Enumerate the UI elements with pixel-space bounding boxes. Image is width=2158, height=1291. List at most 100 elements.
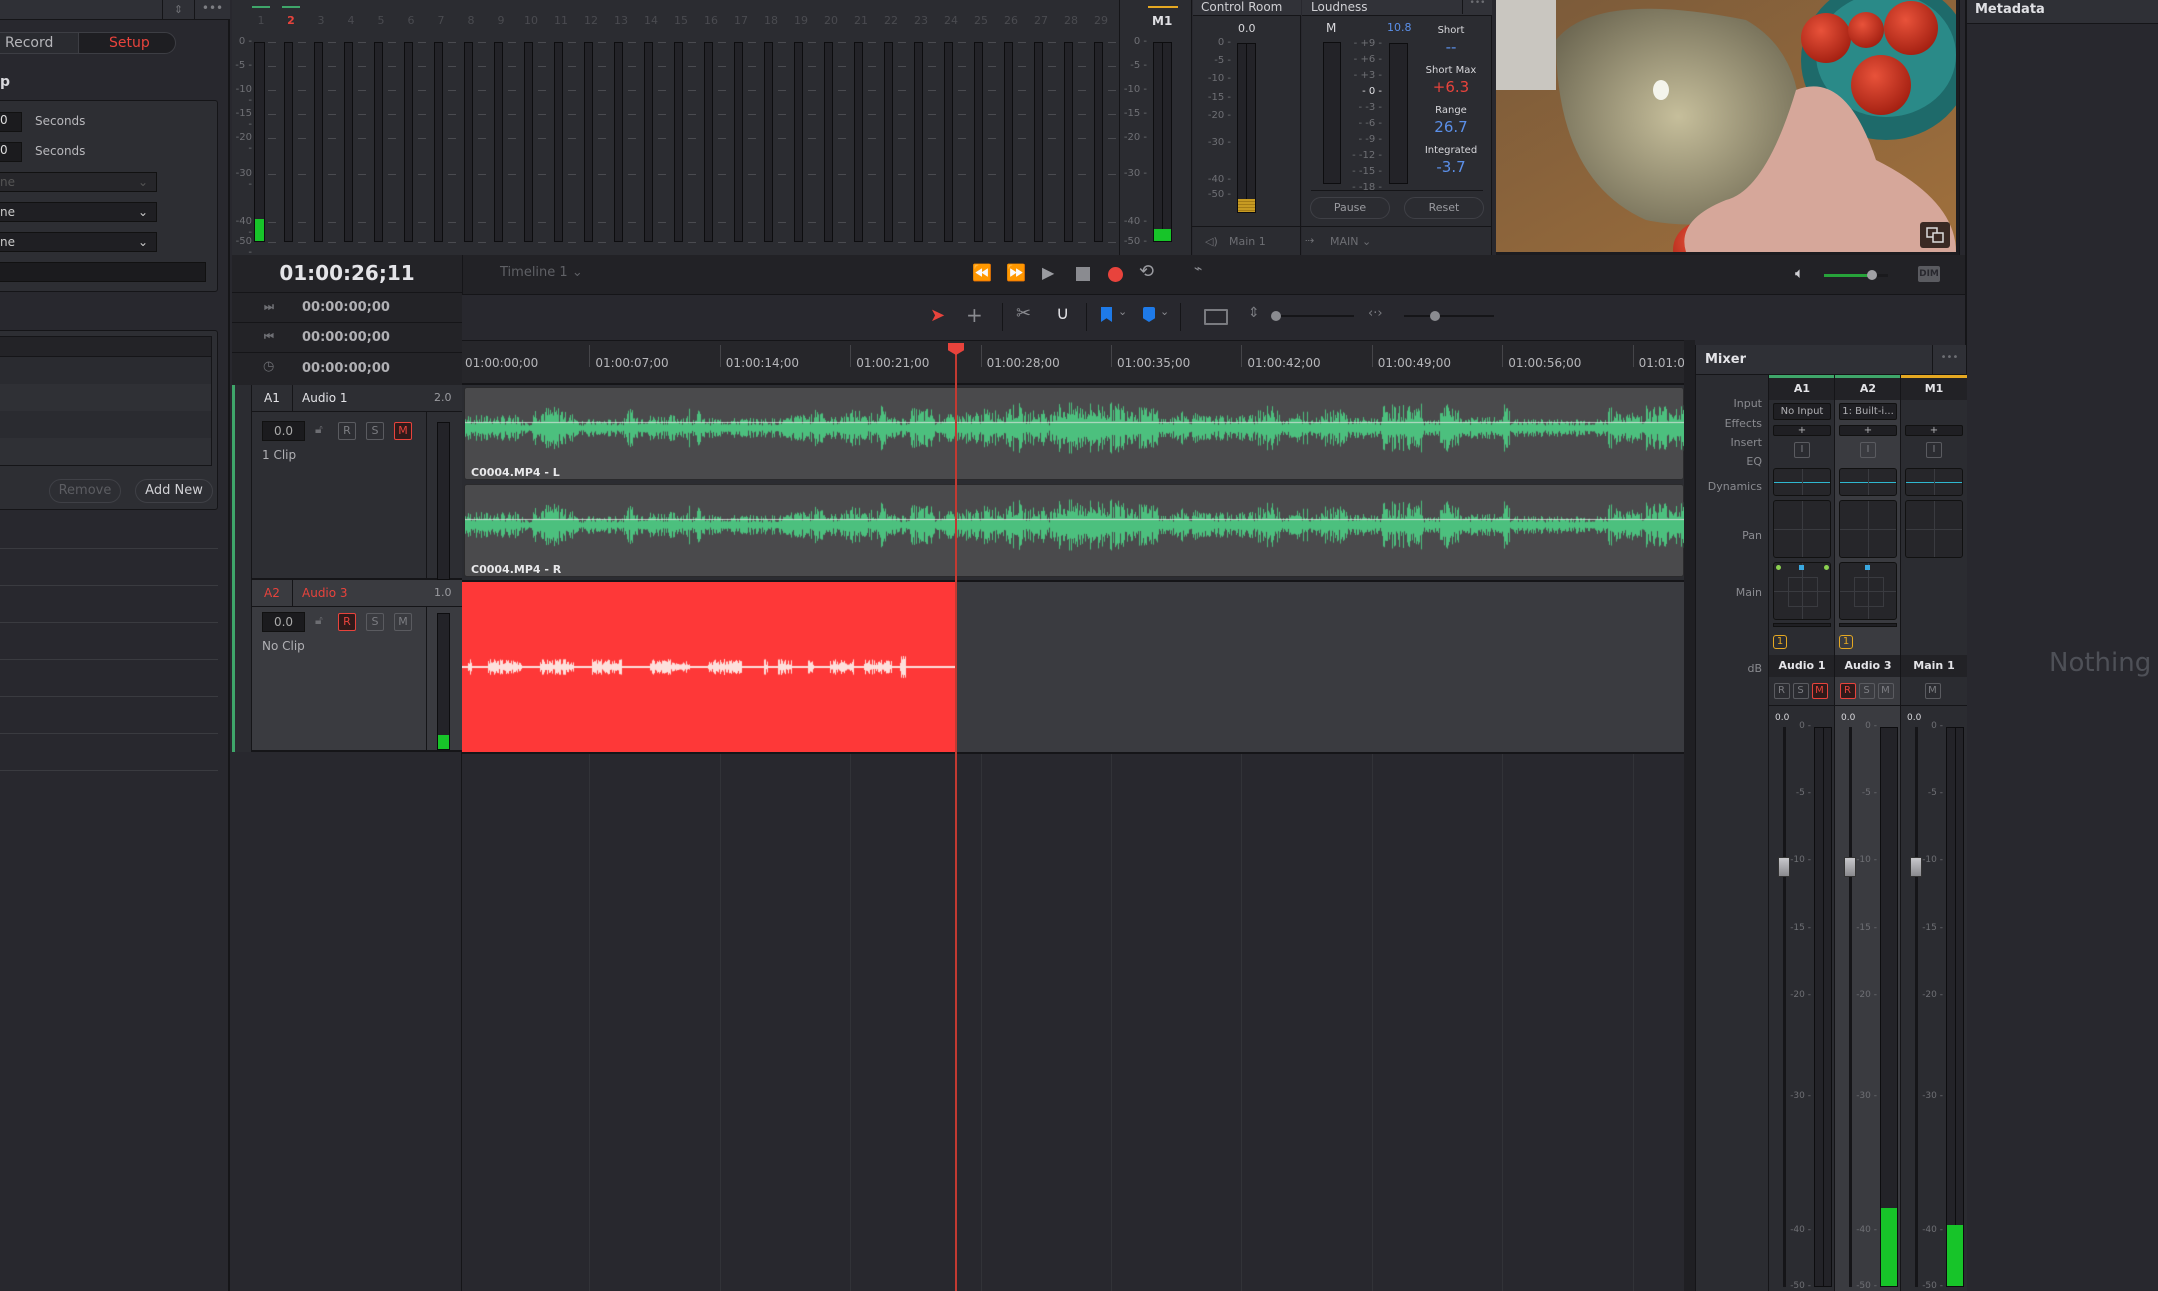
zoom-vertical-icon[interactable]: ⇕ [1248, 305, 1260, 321]
solo-button[interactable]: S [366, 422, 384, 440]
channel-button-M[interactable]: M [1811, 683, 1828, 699]
track-name[interactable]: Audio 3 [302, 586, 348, 600]
solo-button[interactable]: S [366, 613, 384, 631]
fader-handle[interactable] [1910, 857, 1922, 878]
channel-number[interactable]: 20 [821, 14, 841, 27]
eq-graph[interactable] [1773, 468, 1831, 496]
dropdown-2[interactable]: ne ⌄ [0, 202, 157, 222]
dynamics-graph[interactable] [1839, 500, 1897, 558]
channel-button-M[interactable]: M [1877, 683, 1894, 699]
channel-number[interactable]: 6 [401, 14, 421, 27]
duration-input-2[interactable]: 0 [0, 142, 22, 162]
razor-tool-icon[interactable]: ✂ [1016, 303, 1031, 324]
loop-button[interactable]: ⟲ [1139, 261, 1154, 282]
chevron-down-icon[interactable]: ⌄ [1118, 305, 1127, 318]
eq-graph[interactable] [1905, 468, 1963, 496]
channel-button-R[interactable]: R [1773, 683, 1790, 699]
channel-button-S[interactable]: S [1792, 683, 1809, 699]
track-header-a2[interactable]: A2 Audio 3 1.0 0.0 🔓︎ R S M No Clip [252, 580, 462, 752]
channel-number[interactable]: 25 [971, 14, 991, 27]
dropdown-1[interactable]: ne ⌄ [0, 172, 157, 192]
dynamics-graph[interactable] [1905, 500, 1963, 558]
volume-slider-handle[interactable] [1867, 270, 1877, 280]
channel-number[interactable]: 16 [701, 14, 721, 27]
zoom-horizontal-icon[interactable]: ‹·› [1368, 306, 1383, 321]
play-button[interactable]: ▶ [1042, 263, 1054, 282]
name-input[interactable] [0, 262, 206, 282]
pan-control[interactable] [1839, 562, 1897, 620]
track-height-icon[interactable] [1204, 309, 1228, 325]
dropdown-3[interactable]: ne ⌄ [0, 232, 157, 252]
expand-collapse-icon[interactable]: ⇕ [162, 0, 194, 20]
playhead[interactable] [948, 343, 964, 1291]
channel-number[interactable]: 23 [911, 14, 931, 27]
track-name[interactable]: Audio 1 [302, 391, 348, 405]
flag-icon[interactable] [1101, 307, 1112, 322]
main-bus-assign[interactable]: 1 [1839, 635, 1853, 649]
in-point-timecode[interactable]: 00:00:00;00 [302, 300, 390, 315]
channel-number[interactable]: 24 [941, 14, 961, 27]
channel-number[interactable]: 19 [791, 14, 811, 27]
record-arm-button[interactable]: R [338, 422, 356, 440]
channel-number[interactable]: 12 [581, 14, 601, 27]
rewind-button[interactable]: ⏪ [972, 263, 992, 282]
timeline-ruler[interactable]: 01:00:00;00 01:00:07;00 01:00:14;00 01:00:2… [462, 340, 1712, 385]
record-arm-button[interactable]: R [338, 613, 356, 631]
reset-button[interactable]: Reset [1404, 197, 1484, 219]
horizontal-zoom-slider[interactable] [1404, 311, 1494, 321]
insert-toggle[interactable]: I [1860, 442, 1876, 458]
chevron-down-icon[interactable]: ⌄ [1160, 305, 1169, 318]
record-button[interactable] [1108, 267, 1123, 282]
mute-button[interactable]: M [394, 613, 412, 631]
dim-button[interactable]: DIM [1918, 266, 1940, 282]
channel-number[interactable]: 15 [671, 14, 691, 27]
channel-number[interactable]: 27 [1031, 14, 1051, 27]
video-viewer[interactable] [1496, 0, 1960, 255]
input-selector[interactable]: 1: Built-i... [1839, 403, 1897, 420]
channel-button-M[interactable]: M [1924, 683, 1941, 699]
volume-icon[interactable]: 🔈︎ [1795, 264, 1804, 282]
channel-number[interactable]: 9 [491, 14, 511, 27]
fader-handle[interactable] [1844, 857, 1856, 878]
route-dropdown[interactable]: MAIN ⌄ [1330, 235, 1371, 248]
channel-number[interactable]: 14 [641, 14, 661, 27]
pause-button[interactable]: Pause [1310, 197, 1390, 219]
channel-number[interactable]: 28 [1061, 14, 1081, 27]
add-effect-button[interactable]: + [1773, 425, 1831, 436]
input-selector[interactable]: No Input [1773, 403, 1831, 420]
add-effect-button[interactable]: + [1839, 425, 1897, 436]
pan-slider[interactable] [1773, 623, 1831, 627]
track-volume[interactable]: 0.0 [262, 421, 305, 441]
eq-graph[interactable] [1839, 468, 1897, 496]
lock-icon[interactable]: 🔓︎ [315, 422, 323, 437]
main-bus-assign[interactable]: 1 [1773, 635, 1787, 649]
audio-clip-left[interactable]: C0004.MP4 - L [464, 387, 1685, 480]
channel-number[interactable]: 13 [611, 14, 631, 27]
slider-handle[interactable] [1271, 311, 1281, 321]
pan-position[interactable] [1865, 565, 1870, 570]
track-header-a1[interactable]: A1 Audio 1 2.0 0.0 🔓︎ R S M 1 Clip [252, 385, 462, 580]
volume-slider[interactable] [1824, 270, 1888, 280]
fader-handle[interactable] [1778, 857, 1790, 878]
tab-setup[interactable]: Setup [78, 32, 176, 54]
channel-number[interactable]: 11 [551, 14, 571, 27]
dynamics-graph[interactable] [1773, 500, 1831, 558]
channel-number[interactable]: 29 [1091, 14, 1111, 27]
fast-forward-button[interactable]: ⏩ [1006, 263, 1026, 282]
range-tool-icon[interactable]: + [966, 303, 983, 327]
insert-toggle[interactable]: I [1794, 442, 1810, 458]
automation-icon[interactable]: ⌁ [1194, 261, 1202, 277]
vertical-zoom-slider[interactable] [1271, 311, 1354, 321]
timeline-scrollbar[interactable] [1684, 340, 1695, 1291]
channel-number[interactable]: 21 [851, 14, 871, 27]
add-effect-button[interactable]: + [1905, 425, 1963, 436]
channel-number[interactable]: 4 [341, 14, 361, 27]
channel-number[interactable]: 1 [251, 14, 271, 27]
lock-icon[interactable]: 🔓︎ [315, 613, 323, 628]
channel-button-R[interactable]: R [1839, 683, 1856, 699]
timeline-area[interactable]: C0004.MP4 - L C0004.MP4 - R [462, 385, 1685, 1291]
duration-input-1[interactable]: 0 [0, 112, 22, 132]
channel-number[interactable]: 2 [281, 14, 301, 27]
speaker-icon[interactable]: ◁) [1205, 235, 1218, 248]
timeline-dropdown[interactable]: Timeline 1 ⌄ [500, 265, 583, 280]
